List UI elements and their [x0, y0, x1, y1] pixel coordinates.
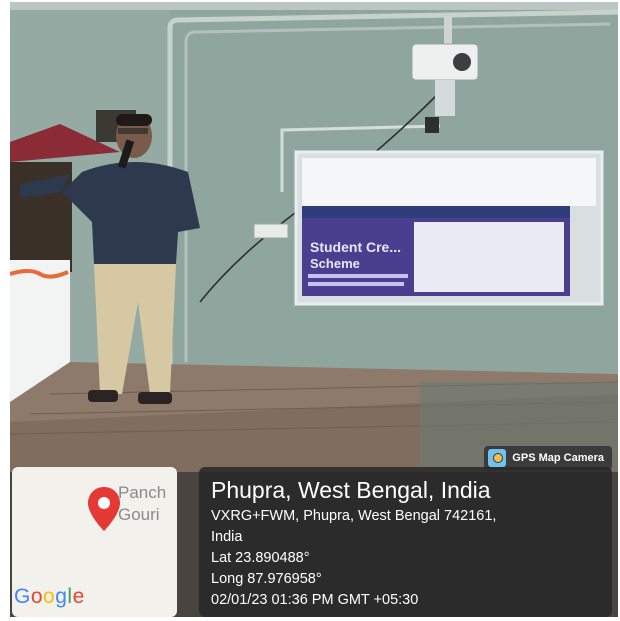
presenter-glasses	[118, 128, 148, 134]
google-logo: Google	[14, 585, 85, 609]
google-letter: o	[30, 585, 44, 608]
switch-board	[253, 223, 289, 239]
google-letter: G	[14, 585, 31, 608]
slide-heading: Student Cre...	[310, 239, 401, 255]
gps-map-camera-icon	[488, 449, 507, 467]
address-line-2: India	[211, 529, 243, 545]
map-place-label-2: Gouri	[118, 505, 160, 524]
google-letter: o	[43, 585, 56, 608]
projector-lens	[453, 53, 471, 71]
presenter-shoe-left	[88, 390, 118, 402]
map-place-label-1: Panch	[118, 483, 167, 502]
map-pin-icon	[88, 487, 120, 531]
slide-header-area	[302, 158, 596, 206]
presenter-hair	[116, 114, 152, 126]
timestamp: 02/01/23 01:36 PM GMT +05:30	[211, 592, 419, 608]
google-letter: g	[55, 585, 68, 608]
location-title: Phupra, West Bengal, India	[211, 477, 491, 503]
latitude: Lat 23.890488°	[211, 550, 310, 566]
slide-subheading: Scheme	[310, 256, 360, 271]
slide-text-line	[308, 282, 404, 286]
longitude: Long 87.976958°	[211, 571, 322, 587]
presenter-shoe-right	[138, 392, 172, 404]
badge-label: GPS Map Camera	[512, 452, 604, 464]
location-info-panel: Phupra, West Bengal, India VXRG+FWM, Phu…	[199, 467, 612, 617]
photo-frame: Student Cre... Scheme GPS Map Camera Pan…	[0, 0, 620, 621]
ceiling-edge	[10, 2, 618, 10]
map-thumbnail: Panch Gouri Google	[12, 467, 177, 617]
google-letter: e	[72, 585, 85, 608]
address-line-1: VXRG+FWM, Phupra, West Bengal 742161,	[211, 508, 497, 524]
slide-text-line	[308, 274, 408, 278]
slide-navbar	[302, 206, 570, 218]
projector-pole	[435, 80, 455, 116]
slide-image-box	[414, 222, 564, 292]
socket-box	[425, 117, 439, 133]
